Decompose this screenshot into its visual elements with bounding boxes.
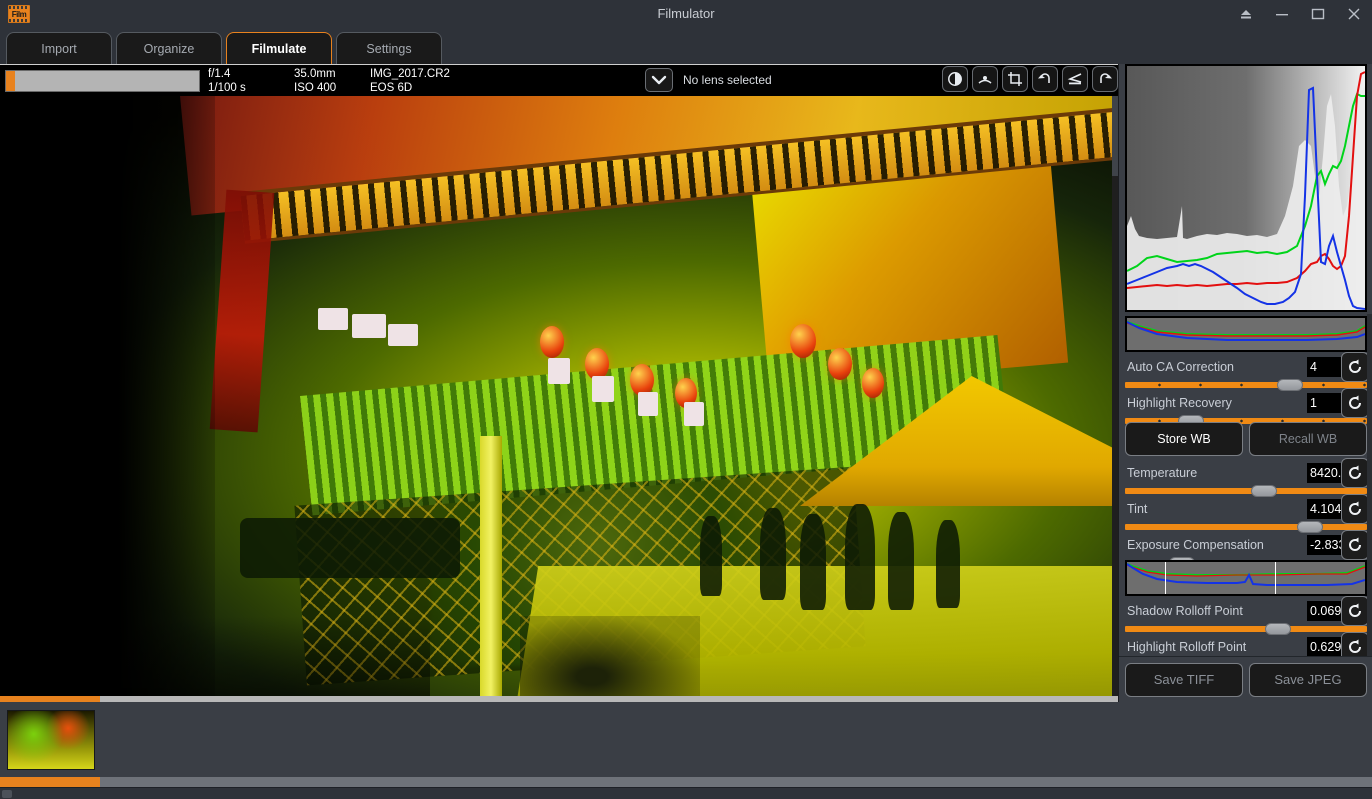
thumbnail-img-2017[interactable] (7, 710, 95, 770)
control-label: Shadow Rolloff Point (1127, 604, 1243, 618)
progress-fill (6, 70, 15, 91)
control-label: Exposure Compensation (1127, 538, 1264, 552)
filmstrip-scrollbar[interactable] (0, 777, 1372, 787)
exif-camera-value: EOS 6D (370, 81, 413, 94)
reset-icon[interactable] (1341, 494, 1369, 524)
save-jpeg-button[interactable]: Save JPEG (1249, 662, 1367, 697)
button-label: Save TIFF (1153, 672, 1215, 687)
tab-label: Settings (366, 41, 412, 56)
button-label: Save JPEG (1274, 672, 1342, 687)
rotate-right-icon[interactable] (1092, 66, 1118, 92)
tab-label: Organize (143, 41, 195, 56)
recall-wb-button[interactable]: Recall WB (1249, 422, 1367, 456)
control-temperature: Temperature (1119, 458, 1372, 497)
highlight-rolloff-marker (1275, 562, 1276, 594)
button-label: Store WB (1157, 432, 1211, 446)
reset-icon[interactable] (1341, 352, 1369, 382)
white-balance-picker-icon[interactable] (972, 66, 998, 92)
tab-label: Filmulate (251, 41, 307, 56)
temperature-slider[interactable] (1125, 485, 1367, 497)
film-curve-preview (1125, 316, 1367, 352)
lens-selector-group: No lens selected (645, 64, 772, 96)
exif-lens-iso: 35.0mm ISO 400 (294, 67, 362, 95)
contrast-icon[interactable] (942, 66, 968, 92)
rgb-histogram (1125, 64, 1367, 312)
control-highlight-recovery: Highlight Recovery (1119, 388, 1372, 427)
minimize-icon[interactable] (1264, 0, 1300, 28)
image-canvas[interactable] (0, 96, 1118, 696)
exif-file-camera: IMG_2017.CR2 EOS 6D (370, 67, 500, 95)
tab-bar: Import Organize Filmulate Settings (0, 28, 1372, 64)
photo-preview[interactable] (0, 96, 1118, 696)
app-logo-icon: Film (8, 5, 30, 23)
close-icon[interactable] (1336, 0, 1372, 28)
maximize-icon[interactable] (1300, 0, 1336, 28)
rail-handle[interactable] (2, 790, 12, 798)
exif-aperture-value: f/1.4 (208, 67, 231, 80)
eject-icon[interactable] (1228, 0, 1264, 28)
wb-buttons: Store WB Recall WB (1125, 422, 1367, 456)
control-label: Auto CA Correction (1127, 360, 1234, 374)
bottom-rail (0, 787, 1372, 799)
reset-icon[interactable] (1341, 388, 1369, 418)
control-auto-ca-correction: Auto CA Correction (1119, 352, 1372, 391)
control-label: Highlight Rolloff Point (1127, 640, 1247, 654)
app-logo-text: Film (11, 9, 27, 19)
control-label: Temperature (1127, 466, 1198, 480)
tab-settings[interactable]: Settings (336, 32, 442, 64)
control-highlight-rolloff-point: Highlight Rolloff Point (1119, 632, 1372, 662)
button-label: Recall WB (1278, 432, 1338, 446)
straighten-icon[interactable] (1062, 66, 1088, 92)
exif-shutter-value: 1/100 s (208, 81, 246, 94)
image-tools (942, 66, 1118, 92)
window-controls (1228, 0, 1372, 28)
exif-focal-value: 35.0mm (294, 67, 336, 80)
filmstrip[interactable] (0, 702, 1372, 777)
auto-ca-correction-slider[interactable] (1125, 379, 1367, 391)
control-label: Highlight Recovery (1127, 396, 1232, 410)
exif-exposure: f/1.4 1/100 s (208, 67, 286, 95)
reset-icon[interactable] (1341, 596, 1369, 626)
reset-icon[interactable] (1341, 458, 1369, 488)
shadow-rolloff-marker (1165, 562, 1166, 594)
shadow-rolloff-point-slider[interactable] (1125, 623, 1367, 635)
lens-label: No lens selected (683, 73, 772, 87)
control-label: Tint (1127, 502, 1148, 516)
save-panel: Save TIFF Save JPEG (1119, 656, 1372, 702)
tab-import[interactable]: Import (6, 32, 112, 64)
tab-label: Import (41, 41, 77, 56)
save-tiff-button[interactable]: Save TIFF (1125, 662, 1243, 697)
exif-iso-value: ISO 400 (294, 81, 337, 94)
exif-filename-value: IMG_2017.CR2 (370, 67, 450, 80)
rotate-left-icon[interactable] (1032, 66, 1058, 92)
tab-organize[interactable]: Organize (116, 32, 222, 64)
window-title: Filmulator (657, 6, 715, 21)
tint-slider[interactable] (1125, 521, 1367, 533)
scrollbar-thumb[interactable] (0, 777, 100, 787)
reset-icon[interactable] (1341, 530, 1369, 560)
tab-filmulate[interactable]: Filmulate (226, 32, 332, 64)
panel-scrollbar[interactable] (1367, 314, 1372, 700)
control-tint: Tint (1119, 494, 1372, 533)
load-progress-bar (5, 69, 200, 92)
store-wb-button[interactable]: Store WB (1125, 422, 1243, 456)
chevron-down-icon[interactable] (645, 68, 673, 92)
title-bar: Film Filmulator (0, 0, 1372, 28)
edit-panel: Auto CA Correction Highlight Recovery St… (1118, 64, 1372, 702)
crop-icon[interactable] (1002, 66, 1028, 92)
control-shadow-rolloff-point: Shadow Rolloff Point (1119, 596, 1372, 635)
tone-curve-preview (1125, 560, 1367, 596)
